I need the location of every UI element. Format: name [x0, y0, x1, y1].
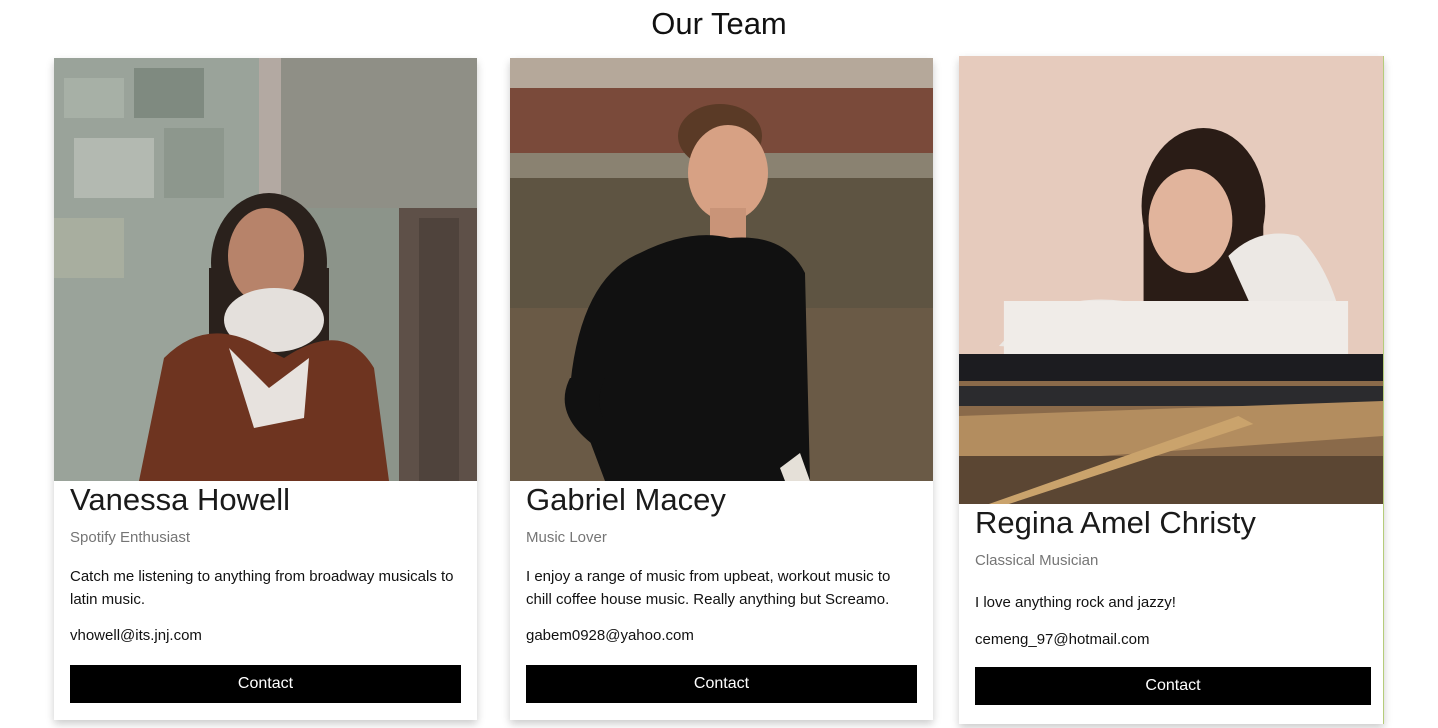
member-bio: Catch me listening to anything from broa… — [70, 568, 454, 608]
member-title: Music Lover — [526, 529, 607, 546]
contact-button[interactable]: Contact — [526, 665, 917, 703]
team-member-card: Regina Amel Christy Classical Musician I… — [959, 56, 1384, 724]
member-email: vhowell@its.jnj.com — [70, 627, 202, 644]
team-page: Our Team Vanessa Howell Spotify Enthusia… — [0, 0, 1438, 728]
member-photo — [959, 56, 1383, 504]
member-name: Gabriel Macey — [526, 482, 726, 517]
member-bio: I enjoy a range of music from upbeat, wo… — [526, 568, 891, 608]
member-name: Regina Amel Christy — [975, 505, 1256, 540]
team-member-card: Gabriel Macey Music Lover I enjoy a rang… — [510, 58, 933, 720]
member-title: Spotify Enthusiast — [70, 529, 191, 546]
page-title: Our Team — [651, 6, 787, 41]
contact-button[interactable]: Contact — [975, 667, 1371, 705]
member-email: cemeng_97@hotmail.com — [975, 631, 1150, 648]
team-member-card: Vanessa Howell Spotify Enthusiast Catch … — [54, 58, 477, 720]
member-photo — [510, 58, 933, 481]
contact-button[interactable]: Contact — [70, 665, 461, 703]
member-email: gabem0928@yahoo.com — [526, 627, 694, 644]
member-title: Classical Musician — [975, 552, 1099, 569]
member-name: Vanessa Howell — [70, 482, 290, 517]
member-bio: I love anything rock and jazzy! — [975, 594, 1176, 611]
member-photo — [54, 58, 477, 481]
